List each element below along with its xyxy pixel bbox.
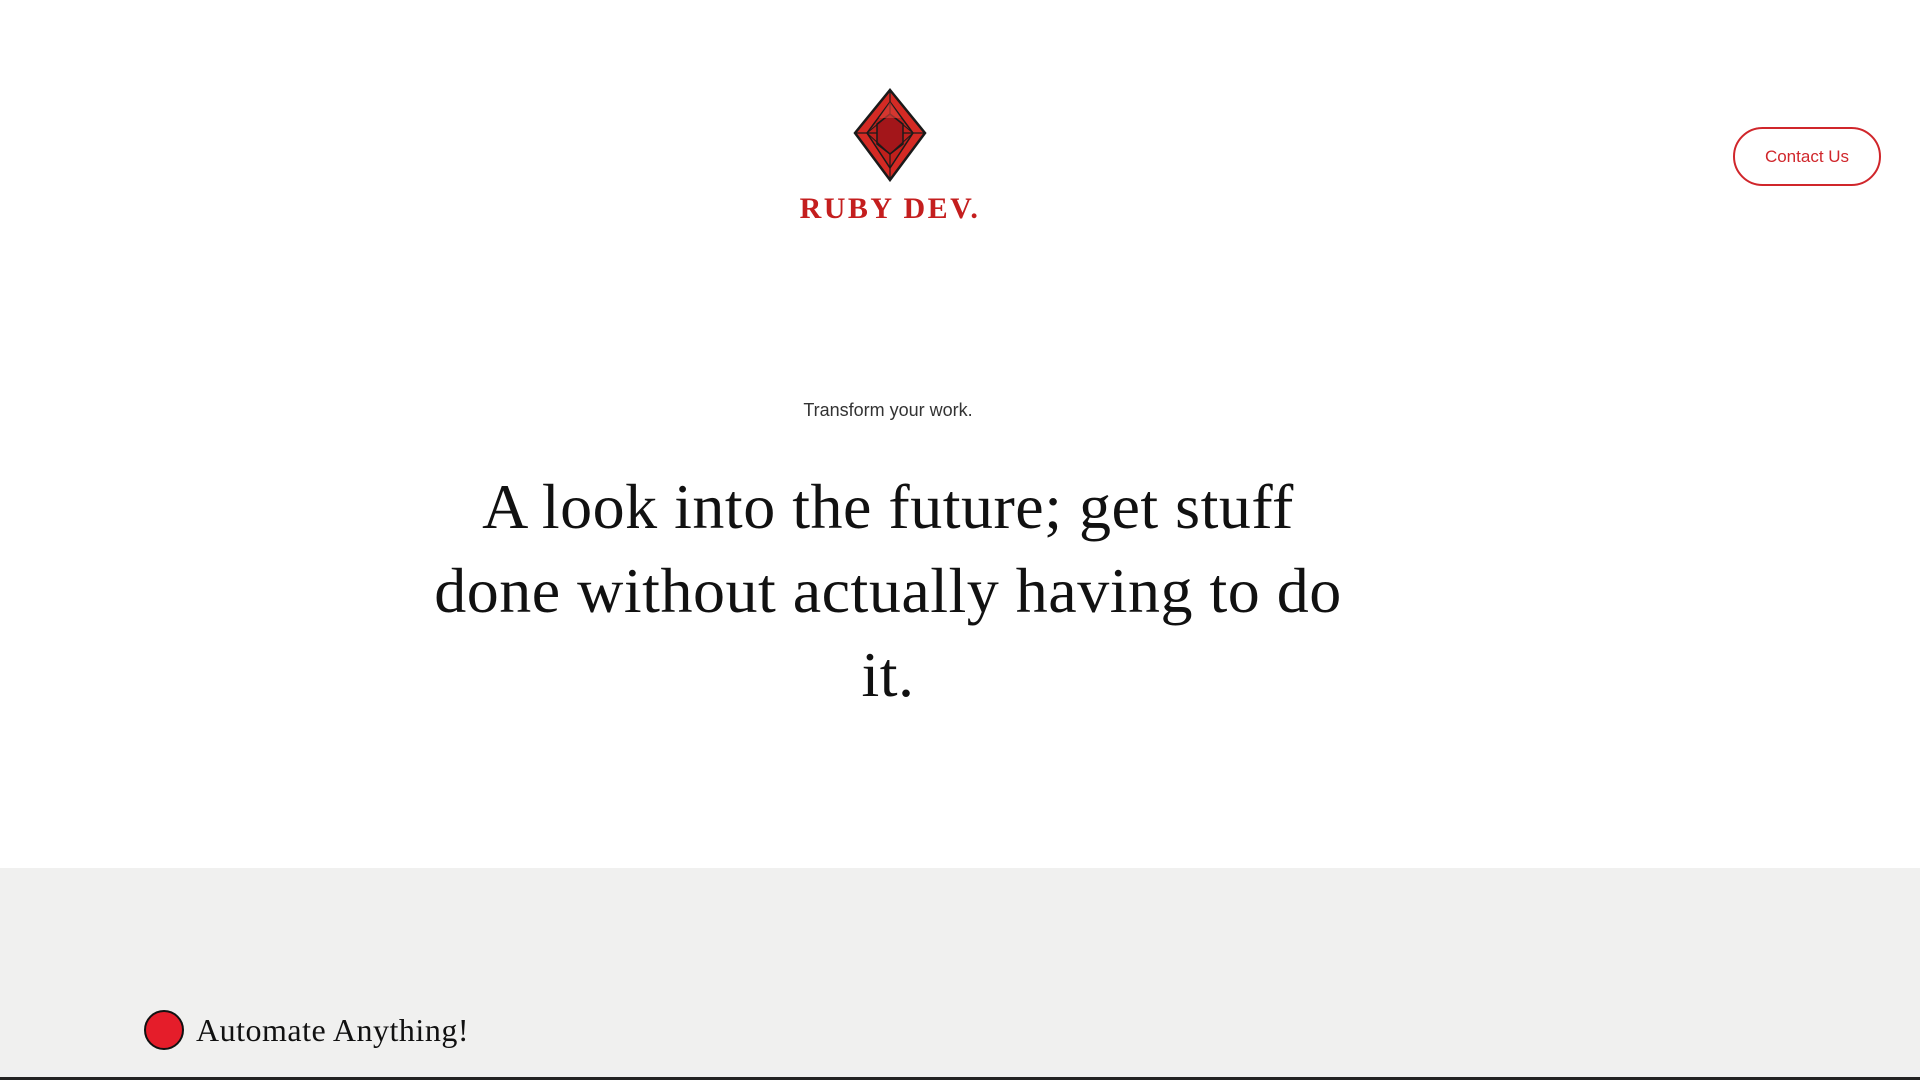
feature-item: Automate Anything! — [144, 1010, 469, 1050]
hero-title: A look into the future; get stuff done w… — [434, 471, 1342, 710]
site-header: RUBY DEV. Contact Us — [0, 0, 1920, 250]
logo-text: RUBY DEV. — [799, 192, 981, 225]
red-dot-icon — [144, 1010, 184, 1050]
hero-eyebrow: Transform your work. — [803, 400, 973, 420]
feature-label: Automate Anything! — [196, 1011, 469, 1048]
contact-us-button[interactable]: Contact Us — [1733, 127, 1881, 186]
ruby-gem-icon — [853, 88, 927, 182]
logo[interactable]: RUBY DEV. — [790, 88, 990, 228]
features-section: Automate Anything! — [0, 868, 1920, 1080]
